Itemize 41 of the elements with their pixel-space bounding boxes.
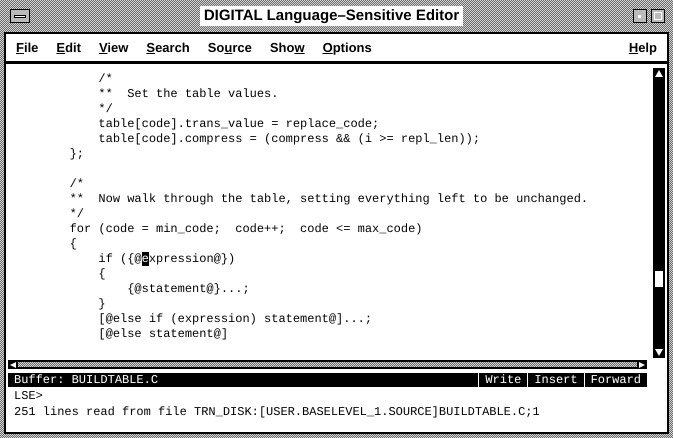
menu-item[interactable]: View (98, 38, 128, 58)
window-title: DIGITAL Language–Sensitive Editor (200, 6, 464, 26)
window-menu-button[interactable] (10, 9, 30, 23)
message-line: 251 lines read from file TRN_DISK:[USER.BASELEVEL_1.SOURCE]BUILDTABLE.C;1 (13, 404, 541, 420)
scroll-down-arrow-icon[interactable] (655, 349, 663, 356)
code-line: }; (68, 147, 86, 162)
code-line: */ (68, 207, 86, 222)
code-line: { (68, 237, 78, 252)
code-line: table[code].compress = (compress && (i >= repl_len)); (97, 132, 482, 147)
code-line: } (97, 297, 107, 312)
command-prompt[interactable]: LSE> (6, 387, 667, 404)
buffer-name: Buffer: BUILDTABLE.C (14, 373, 158, 387)
status-mode: Forward (584, 373, 641, 387)
code-line: ** Now walk through the table, setting everything left to be unchanged. (68, 192, 590, 207)
menu-item[interactable]: Options (322, 38, 372, 58)
code-line: */ (97, 102, 114, 117)
menu-item[interactable]: File (16, 38, 38, 58)
help-menu-item[interactable]: Help (628, 38, 657, 58)
vertical-scrollbar[interactable] (653, 68, 665, 358)
text-cursor: e (142, 252, 149, 266)
code-line: {@statement@}...; (126, 282, 251, 297)
maximize-button[interactable] (650, 9, 665, 23)
code-line: if ({@expression@}) (97, 252, 236, 267)
horizontal-scrollbar[interactable] (8, 360, 647, 369)
code-line: /* (68, 177, 86, 192)
code-line: { (97, 267, 107, 282)
menu-item[interactable]: Source (208, 38, 252, 58)
minimize-button[interactable] (632, 9, 647, 23)
code-line: [@else statement@] (97, 327, 230, 342)
menu-item[interactable]: Edit (56, 38, 81, 58)
scrollbar-thumb[interactable] (655, 271, 663, 287)
menu-item[interactable]: Show (270, 38, 305, 58)
status-mode: Write (478, 373, 522, 387)
scroll-up-arrow-icon[interactable] (655, 70, 663, 77)
code-line: [@else if (expression) statement@]...; (97, 312, 374, 327)
code-line: ** Set the table values. (97, 87, 280, 102)
menu-item[interactable]: Search (146, 38, 190, 58)
code-line: table[code].trans_value = replace_code; (97, 117, 380, 132)
code-line: for (code = min_code; code++; code <= max_code) (68, 222, 424, 237)
code-line: /* (97, 72, 114, 87)
status-mode: Insert (527, 373, 578, 387)
